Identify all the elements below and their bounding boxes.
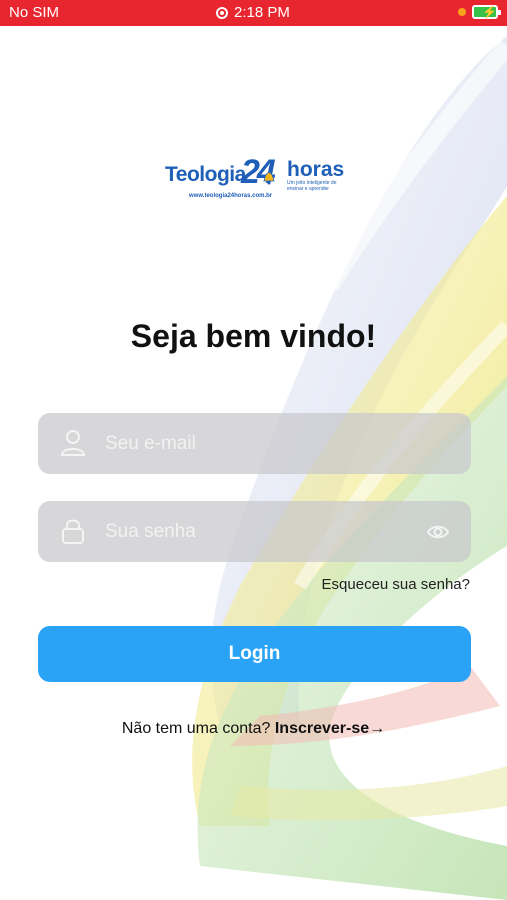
login-button[interactable]: Login <box>38 626 471 682</box>
user-icon <box>61 430 85 456</box>
status-time: 2:18 PM <box>234 4 290 21</box>
show-password-eye-icon[interactable] <box>427 523 449 541</box>
app-logo: Teologia 24 horas Um jeito inteligente d… <box>165 153 345 203</box>
signup-link-label: Inscrever-se <box>274 720 370 737</box>
privacy-indicator-icon <box>458 8 466 16</box>
status-right: ⚡ <box>458 5 501 19</box>
signup-prompt-row: Não tem uma conta? Inscrever-se→ <box>0 720 507 738</box>
status-bar: No SIM 2:18 PM ⚡ <box>0 0 507 26</box>
email-input[interactable] <box>105 431 405 457</box>
logo-brand-part2: horas <box>287 158 345 181</box>
logo-url: www.teologia24horas.com.br <box>189 193 273 199</box>
signup-link[interactable]: Inscrever-se→ <box>275 720 385 737</box>
arrow-right-icon: → <box>369 720 386 737</box>
battery-charging-icon: ⚡ <box>472 5 501 19</box>
forgot-password-link[interactable]: Esqueceu sua senha? <box>322 576 470 593</box>
lock-icon <box>62 519 84 544</box>
password-input[interactable] <box>105 519 405 545</box>
bell-icon <box>263 171 275 185</box>
status-center: 2:18 PM <box>216 4 290 21</box>
logo-tagline: Um jeito inteligente de ensinar e aprend… <box>287 180 337 192</box>
signup-prompt-text: Não tem uma conta? <box>121 720 271 737</box>
password-field[interactable] <box>38 501 471 562</box>
carrier-label: No SIM <box>9 4 60 21</box>
screen-record-icon <box>216 6 228 19</box>
logo-brand-part1: Teologia <box>165 163 246 186</box>
email-field[interactable] <box>38 413 471 474</box>
welcome-title: Seja bem vindo! <box>130 318 377 354</box>
